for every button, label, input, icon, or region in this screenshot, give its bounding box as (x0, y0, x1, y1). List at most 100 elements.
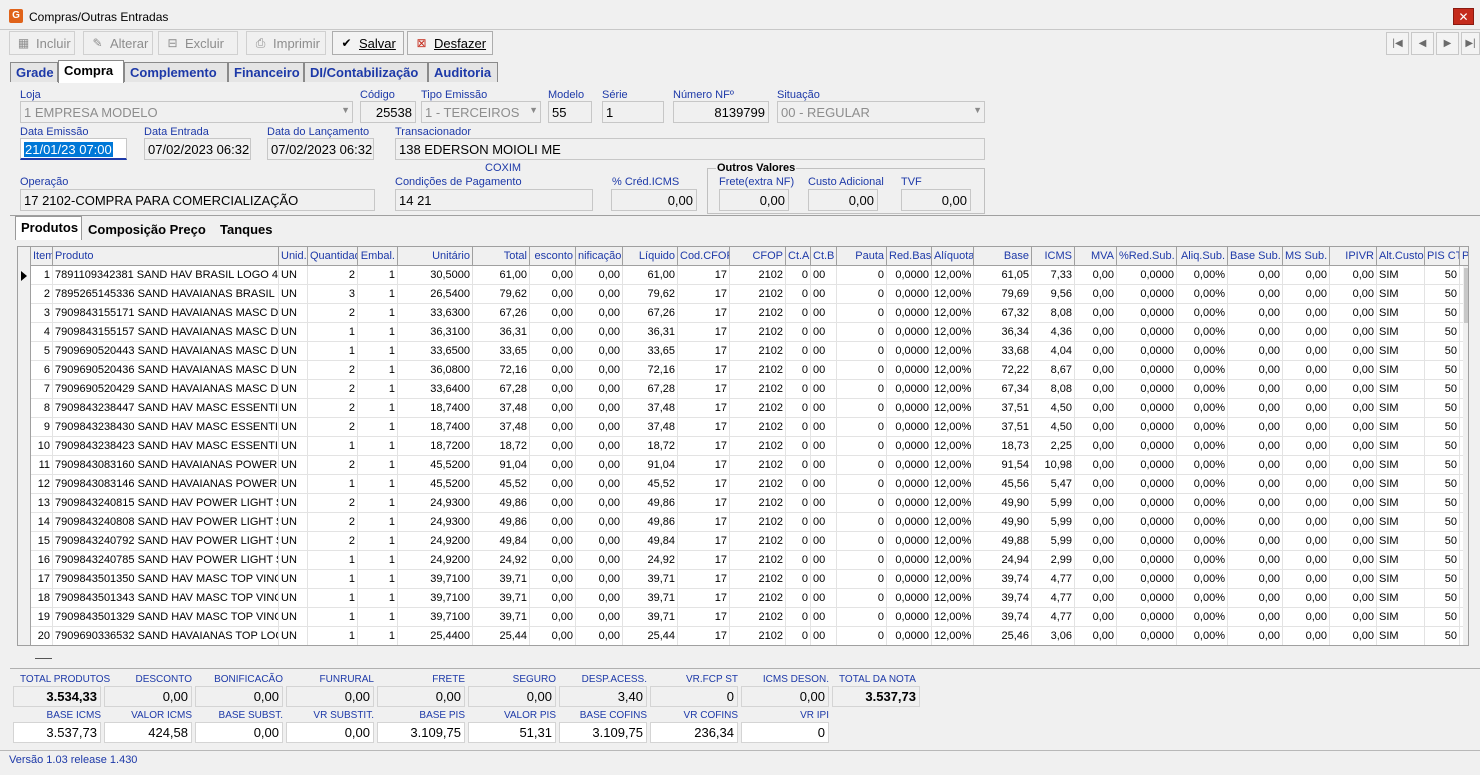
cell-quantidade[interactable]: 2 (308, 513, 358, 532)
cell-base-sub[interactable]: 0,00 (1228, 418, 1283, 437)
transacionador-field[interactable]: 138 EDERSON MOIOLI ME (395, 138, 985, 160)
cell-total[interactable]: 67,26 (473, 304, 530, 323)
cell-ct-b[interactable]: 00 (811, 266, 837, 285)
cell-alt-custo[interactable]: SIM (1377, 304, 1425, 323)
cell-produto[interactable]: 7891109342381 SAND HAV BRASIL LOGO 41 (53, 266, 279, 285)
cell-aliq-sub[interactable]: 0,00% (1177, 304, 1228, 323)
cell-cfop[interactable]: 2102 (730, 456, 786, 475)
cell-quantidade[interactable]: 2 (308, 418, 358, 437)
cell-ms-sub[interactable]: 0,00 (1283, 437, 1330, 456)
cell-icms[interactable]: 8,08 (1032, 380, 1075, 399)
cell-quantidade[interactable]: 1 (308, 627, 358, 645)
cell-aliq-sub[interactable]: 0,00% (1177, 266, 1228, 285)
cell-liquido[interactable]: 33,65 (623, 342, 678, 361)
cell-bonificacao[interactable]: 0,00 (576, 475, 623, 494)
cell-unid[interactable]: UN (279, 608, 308, 627)
cell-red-base[interactable]: 0,0000 (887, 456, 932, 475)
cell-pauta[interactable]: 0 (837, 399, 887, 418)
cell-pis-ct[interactable]: 50 (1425, 475, 1460, 494)
cell-base-sub[interactable]: 0,00 (1228, 570, 1283, 589)
cell-base[interactable]: 37,51 (974, 399, 1032, 418)
cell-red-base[interactable]: 0,0000 (887, 285, 932, 304)
cell-ms-sub[interactable]: 0,00 (1283, 608, 1330, 627)
cell-mva[interactable]: 0,00 (1075, 361, 1117, 380)
cell-ct-a[interactable]: 0 (786, 475, 811, 494)
cell-red-sub[interactable]: 0,0000 (1117, 342, 1177, 361)
cell-ipivr[interactable]: 0,00 (1330, 589, 1377, 608)
cell-bonificacao[interactable]: 0,00 (576, 399, 623, 418)
cell-alt-custo[interactable]: SIM (1377, 418, 1425, 437)
cell-icms[interactable]: 8,08 (1032, 304, 1075, 323)
cell-cfop[interactable]: 2102 (730, 285, 786, 304)
cell-cfop[interactable]: 2102 (730, 589, 786, 608)
cell-desconto[interactable]: 0,00 (530, 418, 576, 437)
cell-desconto[interactable]: 0,00 (530, 361, 576, 380)
cell-desconto[interactable]: 0,00 (530, 551, 576, 570)
cell-aliq-sub[interactable]: 0,00% (1177, 513, 1228, 532)
cell-aliquota[interactable]: 12,00% (932, 361, 974, 380)
cell-bonificacao[interactable]: 0,00 (576, 361, 623, 380)
cell-ct-b[interactable]: 00 (811, 456, 837, 475)
cell-base[interactable]: 72,22 (974, 361, 1032, 380)
column-header-cfop[interactable]: CFOP (730, 247, 786, 266)
cell-cod-cfop[interactable]: 17 (678, 627, 730, 645)
cell-total[interactable]: 25,44 (473, 627, 530, 645)
cell-total[interactable]: 36,31 (473, 323, 530, 342)
cell-ct-b[interactable]: 00 (811, 304, 837, 323)
cell-mva[interactable]: 0,00 (1075, 570, 1117, 589)
cell-ms-sub[interactable]: 0,00 (1283, 380, 1330, 399)
cell-alt-custo[interactable]: SIM (1377, 361, 1425, 380)
cell-ms-sub[interactable]: 0,00 (1283, 532, 1330, 551)
cell-alt-custo[interactable]: SIM (1377, 380, 1425, 399)
cell-mva[interactable]: 0,00 (1075, 456, 1117, 475)
cell-embal[interactable]: 1 (358, 342, 398, 361)
cell-cod-cfop[interactable]: 17 (678, 570, 730, 589)
cell-unitario[interactable]: 18,7400 (398, 399, 473, 418)
cell-mva[interactable]: 0,00 (1075, 380, 1117, 399)
cell-icms[interactable]: 5,47 (1032, 475, 1075, 494)
cell-pis-ct[interactable]: 50 (1425, 399, 1460, 418)
column-header-liquido[interactable]: Líquido (623, 247, 678, 266)
tab-compra[interactable]: Compra (58, 60, 124, 83)
table-row[interactable]: 16 7909843240785 SAND HAV POWER LIGHT S UN… (18, 551, 1463, 570)
cell-embal[interactable]: 1 (358, 532, 398, 551)
modelo-field[interactable]: 55 (548, 101, 592, 123)
cell-pis-ct[interactable]: 50 (1425, 342, 1460, 361)
cell-unitario[interactable]: 18,7200 (398, 437, 473, 456)
cell-pis-ct[interactable]: 50 (1425, 418, 1460, 437)
custo-adicional-field[interactable]: 0,00 (808, 189, 878, 211)
cell-pauta[interactable]: 0 (837, 380, 887, 399)
cell-base-sub[interactable]: 0,00 (1228, 266, 1283, 285)
cell-embal[interactable]: 1 (358, 551, 398, 570)
cell-unid[interactable]: UN (279, 589, 308, 608)
cell-unitario[interactable]: 45,5200 (398, 475, 473, 494)
cell-base-sub[interactable]: 0,00 (1228, 456, 1283, 475)
tab-grade[interactable]: Grade (10, 62, 58, 82)
cell-cod-cfop[interactable]: 17 (678, 513, 730, 532)
cell-bonificacao[interactable]: 0,00 (576, 532, 623, 551)
cell-base[interactable]: 24,94 (974, 551, 1032, 570)
cell-unid[interactable]: UN (279, 342, 308, 361)
cell-cod-cfop[interactable]: 17 (678, 399, 730, 418)
cell-pis-ct[interactable]: 50 (1425, 513, 1460, 532)
cell-icms[interactable]: 8,67 (1032, 361, 1075, 380)
cell-mva[interactable]: 0,00 (1075, 266, 1117, 285)
cell-desconto[interactable]: 0,00 (530, 380, 576, 399)
cell-aliquota[interactable]: 12,00% (932, 475, 974, 494)
cell-unitario[interactable]: 24,9200 (398, 551, 473, 570)
cell-bonificacao[interactable]: 0,00 (576, 380, 623, 399)
cell-mva[interactable]: 0,00 (1075, 551, 1117, 570)
grid-resize-handle[interactable] (35, 658, 52, 659)
cell-produto[interactable]: 7909843083146 SAND HAVAIANAS POWER (53, 475, 279, 494)
cell-pis-ct[interactable]: 50 (1425, 437, 1460, 456)
cell-cod-cfop[interactable]: 17 (678, 323, 730, 342)
cell-embal[interactable]: 1 (358, 627, 398, 645)
cell-ipivr[interactable]: 0,00 (1330, 342, 1377, 361)
cell-unid[interactable]: UN (279, 627, 308, 645)
cell-mva[interactable]: 0,00 (1075, 475, 1117, 494)
cell-desconto[interactable]: 0,00 (530, 494, 576, 513)
column-header-total[interactable]: Total (473, 247, 530, 266)
cell-desconto[interactable]: 0,00 (530, 304, 576, 323)
data-entrada-field[interactable]: 07/02/2023 06:32 (144, 138, 251, 160)
cell-base-sub[interactable]: 0,00 (1228, 608, 1283, 627)
